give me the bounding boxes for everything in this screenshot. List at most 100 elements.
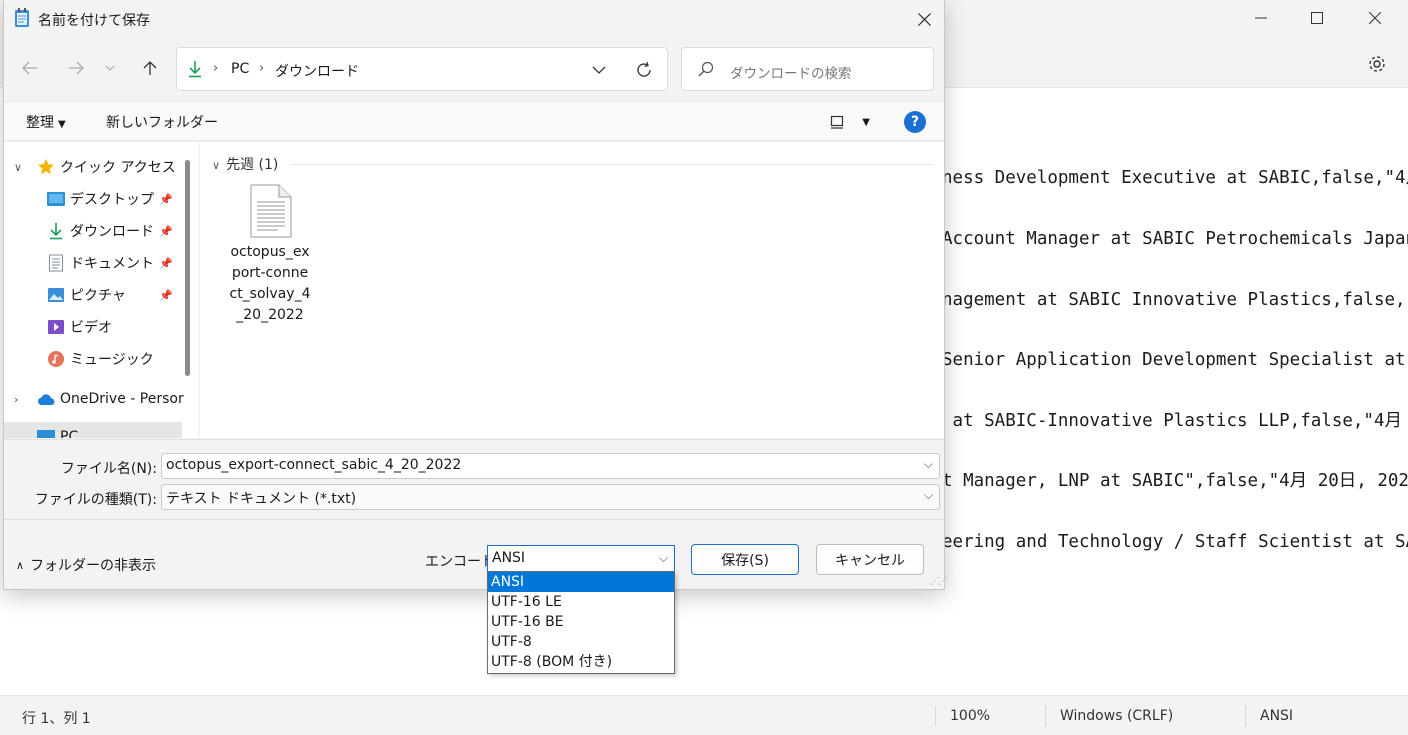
chevron-down-icon[interactable]: ⌵	[924, 457, 933, 472]
tree-item-desktop[interactable]: デスクトップ 📌	[4, 184, 182, 214]
search-placeholder: ダウンロードの検索	[730, 66, 852, 82]
caret-down-icon: ▼	[58, 119, 66, 130]
group-header-label: 先週 (1)	[226, 157, 279, 173]
recent-locations-chevron-icon[interactable]	[100, 54, 120, 82]
editor-line: t Manager, LNP at SABIC",false,"4月 20日, …	[942, 471, 1408, 492]
breadcrumb-chevron-icon: ›	[259, 61, 265, 76]
pin-icon[interactable]: 📌	[159, 257, 173, 270]
chevron-down-icon[interactable]: ⌵	[924, 488, 933, 503]
tree-item-quick-access[interactable]: ∨ クイック アクセス	[4, 152, 182, 182]
pc-icon	[36, 427, 56, 438]
filename-input[interactable]: octopus_export-connect_sabic_4_20_2022 ⌵	[161, 453, 940, 479]
close-button[interactable]	[1352, 4, 1398, 32]
text-file-icon	[250, 184, 292, 242]
tree-item-label: ダウンロード	[70, 224, 154, 240]
chevron-down-icon: ∨	[14, 160, 23, 174]
view-options-button[interactable]: ▼	[830, 111, 870, 133]
chevron-down-icon: ∨	[212, 159, 221, 172]
encoding-value: ANSI	[492, 550, 526, 566]
back-arrow-icon[interactable]	[16, 54, 44, 82]
refresh-icon[interactable]	[629, 57, 659, 83]
command-bar: 整理 ▼ 新しいフォルダー ▼ ?	[4, 101, 944, 141]
encoding-option[interactable]: ANSI	[488, 572, 674, 592]
breadcrumb-downloads[interactable]: ダウンロード	[275, 61, 359, 81]
filename-panel: ファイル名(N): octopus_export-connect_sabic_4…	[4, 439, 944, 519]
pin-icon[interactable]: 📌	[159, 193, 173, 206]
dialog-titlebar: 名前を付けて保存	[4, 0, 944, 38]
tree-item-label: クイック アクセス	[60, 160, 176, 176]
tree-item-label: OneDrive - Persor	[60, 391, 184, 407]
tree-item-pc[interactable]: PC	[4, 422, 182, 438]
close-icon[interactable]	[904, 6, 944, 32]
status-line-ending: Windows (CRLF)	[1060, 708, 1174, 724]
chevron-down-icon[interactable]	[585, 57, 613, 83]
breadcrumb-pc[interactable]: PC	[231, 61, 249, 77]
up-arrow-icon[interactable]	[136, 54, 164, 82]
status-position: 行 1、列 1	[22, 711, 91, 727]
encoding-option[interactable]: UTF-8 (BOM 付き)	[488, 652, 674, 672]
editor-line: ness Development Executive at SABIC,fals…	[942, 168, 1408, 189]
breadcrumb-chevron-icon: ›	[213, 61, 219, 76]
editor-line: nagement at SABIC Innovative Plastics,fa…	[942, 289, 1408, 310]
navigation-scrollbar[interactable]	[185, 160, 190, 376]
filename-label: ファイル名(N):	[60, 461, 157, 477]
address-bar[interactable]: › PC › ダウンロード	[176, 47, 668, 91]
tree-item-videos[interactable]: ビデオ	[4, 312, 182, 342]
encoding-dropdown-list: ANSI UTF-16 LE UTF-16 BE UTF-8 UTF-8 (BO…	[487, 571, 675, 674]
pin-icon[interactable]: 📌	[159, 289, 173, 302]
chevron-up-icon: ∧	[16, 558, 25, 572]
tree-item-documents[interactable]: ドキュメント 📌	[4, 248, 182, 278]
star-icon	[36, 157, 56, 177]
editor-line: at SABIC-Innovative Plastics LLP,false,"…	[942, 410, 1408, 431]
filetype-select[interactable]: テキスト ドキュメント (*.txt) ⌵	[161, 484, 940, 510]
download-icon	[187, 60, 203, 82]
save-button[interactable]: 保存(S)	[691, 544, 799, 575]
dialog-title: 名前を付けて保存	[38, 13, 150, 29]
file-list: ∨ 先週 (1) octopus_export-connect_solvay_4_…	[200, 142, 944, 438]
help-icon[interactable]: ?	[904, 111, 926, 133]
tree-item-onedrive[interactable]: › OneDrive - Persor	[4, 384, 184, 414]
tree-item-downloads[interactable]: ダウンロード 📌	[4, 216, 182, 246]
cancel-button[interactable]: キャンセル	[816, 544, 924, 575]
chevron-down-icon[interactable]: ⌵	[659, 551, 668, 566]
new-folder-button[interactable]: 新しいフォルダー	[106, 112, 218, 132]
encoding-option[interactable]: UTF-16 LE	[488, 592, 674, 612]
status-zoom: 100%	[950, 708, 991, 724]
group-divider	[292, 164, 932, 165]
tree-item-label: ピクチャ	[70, 288, 126, 304]
gear-icon[interactable]	[1362, 50, 1392, 78]
forward-arrow-icon[interactable]	[62, 54, 90, 82]
encoding-option[interactable]: UTF-8	[488, 632, 674, 652]
dialog-footer: ∧ フォルダーの非表示 エンコード: ANSI ⌵ 保存(S) キャンセル ⋰⋰	[4, 519, 948, 589]
status-divider	[1245, 706, 1246, 726]
encoding-option[interactable]: UTF-16 BE	[488, 612, 674, 632]
filename-value: octopus_export-connect_sabic_4_20_2022	[166, 457, 462, 473]
document-icon	[46, 253, 66, 273]
caret-down-icon: ▼	[862, 116, 870, 128]
tree-item-label: ミュージック	[70, 352, 154, 368]
status-bar: 行 1、列 1 100% Windows (CRLF) ANSI	[0, 695, 1408, 735]
search-input[interactable]: ダウンロードの検索	[681, 47, 934, 91]
minimize-button[interactable]	[1238, 4, 1284, 32]
resize-grip-icon[interactable]: ⋰⋰	[930, 576, 948, 587]
organize-label: 整理	[26, 115, 54, 131]
file-name: octopus_export-connect_solvay_4_20_2022	[229, 244, 311, 323]
pin-icon[interactable]: 📌	[159, 225, 173, 238]
tree-item-pictures[interactable]: ピクチャ 📌	[4, 280, 182, 310]
tree-item-label: ドキュメント	[70, 256, 154, 272]
tree-item-music[interactable]: ミュージック	[4, 344, 182, 374]
video-icon	[46, 317, 66, 337]
group-header[interactable]: ∨ 先週 (1)	[212, 154, 278, 174]
download-icon	[46, 221, 66, 241]
status-encoding: ANSI	[1260, 708, 1294, 724]
navigation-bar: › PC › ダウンロード ダウンロードの検索	[4, 44, 944, 94]
hide-folders-button[interactable]: ∧ フォルダーの非表示	[16, 555, 156, 575]
search-icon	[698, 61, 714, 81]
music-icon	[46, 349, 66, 369]
pictures-icon	[46, 285, 66, 305]
tree-item-label: ビデオ	[70, 320, 112, 336]
editor-text: ness Development Executive at SABIC,fals…	[942, 128, 1408, 593]
organize-button[interactable]: 整理 ▼	[26, 112, 66, 132]
maximize-button[interactable]	[1294, 4, 1340, 32]
status-divider	[935, 706, 936, 726]
